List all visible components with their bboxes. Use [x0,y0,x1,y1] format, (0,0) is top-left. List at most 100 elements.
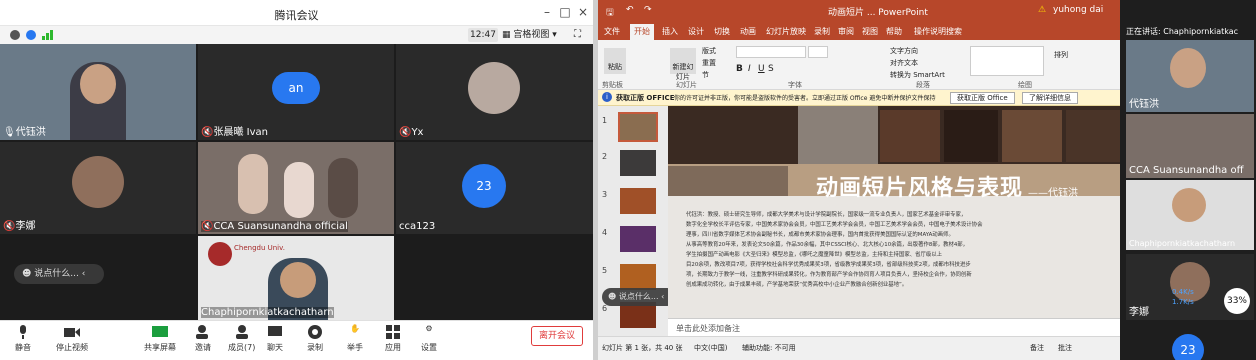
participant-name: 🔇Yx [399,127,424,138]
mute-button[interactable]: 静音 [14,324,32,353]
fullscreen-icon[interactable]: ⛶ [574,29,581,40]
chat-input[interactable]: ☻ 说点什么... ‹ [602,288,676,306]
smartart-button[interactable]: 转换为 SmartArt [890,70,945,80]
tell-me-search[interactable]: 操作说明搜索 [914,26,962,37]
slide-thumbnail[interactable] [618,112,658,142]
font-size-select[interactable] [808,46,828,58]
notes-button[interactable]: 备注 [1030,343,1044,353]
slide-banner-image [668,106,1120,164]
view-label: 宫格视图 [513,30,550,40]
video-tile[interactable]: 代钰洪 [1126,40,1254,112]
align-text-button[interactable]: 对齐文本 [890,58,918,68]
info-icon[interactable] [10,30,20,40]
photo [944,110,998,162]
apps-button[interactable]: 应用 [384,324,402,353]
user-name[interactable]: yuhong dai [1053,5,1103,15]
avatar: 23 [1172,334,1204,360]
tab-view[interactable]: 视图 [862,26,878,37]
video-tile[interactable]: Chaphipornkiatkachatharn [1126,180,1254,250]
invite-button[interactable]: 邀请 [194,324,212,353]
warning-text: 你的许可证并非正版，你可能是盗版软件的受害者。立即通过正版 Office 避免中… [674,95,936,102]
tab-slideshow[interactable]: 幻灯片放映 [766,26,806,37]
members-button[interactable]: 成员(7) [228,324,255,353]
signal-icon[interactable] [42,30,54,40]
video-tile[interactable]: 23 cca123 [396,142,593,234]
share-screen-button[interactable]: 共享屏幕 [144,324,176,353]
ppt-statusbar: 幻灯片 第 1 张，共 40 张 中文(中国) 辅助功能: 不可用 备注 批注 [598,336,1120,360]
language[interactable]: 中文(中国) [694,343,727,353]
participant-name: Chaphipornkiatkachatharn [1129,239,1236,248]
video-tile[interactable]: 🔇CCA Suansunandha official [198,142,394,234]
tab-home[interactable]: 开始 [630,24,654,40]
tab-design[interactable]: 设计 [688,26,704,37]
participant-name: 代钰洪 [1129,99,1159,110]
bold-icon[interactable]: B [736,64,743,74]
tab-review[interactable]: 审阅 [838,26,854,37]
photo [1066,110,1120,162]
ppt-title: 动画短片 ... PowerPoint [828,8,928,18]
avatar [72,156,124,208]
font-select[interactable] [736,46,806,58]
tab-file[interactable]: 文件 [604,26,620,37]
slide-author: ——代钰洪 [1028,188,1078,199]
shield-icon[interactable] [26,30,36,40]
italic-icon[interactable]: I [748,64,751,74]
video-tile[interactable]: 🎙代钰洪 [0,44,196,140]
view-switch[interactable]: ▦ 宫格视图 ▾ [502,28,570,42]
accessibility[interactable]: 辅助功能: 不可用 [742,343,796,353]
record-button[interactable]: 录制 [306,324,324,353]
chat-input[interactable]: ☻ 说点什么... ‹ [14,264,104,284]
video-tile[interactable]: 🔇李娜 [0,142,196,234]
shapes-gallery[interactable] [970,46,1044,76]
paste-button[interactable]: 粘贴 [604,48,626,74]
video-tile-empty: ☻ 说点什么... ‹ [0,236,196,320]
slide-canvas[interactable]: 动画短片风格与表现 ——代钰洪 代钰洪：教授、硕士研究生导师，成都大学美术与设计… [668,106,1120,318]
settings-button[interactable]: ⚙ 设置 [420,324,438,353]
video-tile[interactable]: an 🔇张晨曦 Ivan [198,44,394,140]
minimize-icon[interactable]: – [540,5,554,19]
face [1170,48,1206,88]
learn-more-button[interactable]: 了解详细信息 [1022,92,1078,104]
maximize-icon[interactable]: □ [558,5,572,19]
undo-icon[interactable]: ↶ [626,5,634,15]
save-icon[interactable]: 🖫 [606,5,614,21]
slide-thumbnail[interactable] [620,226,656,252]
upload-speed: 0.4K/s [1172,288,1194,296]
tab-help[interactable]: 帮助 [886,26,902,37]
emoji-icon: ☻ [22,269,32,279]
text-direction-button[interactable]: 文字方向 [890,46,918,56]
video-tile[interactable]: 🔇Yx [396,44,593,140]
tab-insert[interactable]: 插入 [662,26,678,37]
meeting-window: 腾讯会议 – □ × 12:47 ▦ 宫格视图 ▾ ⛶ 🎙代钰洪 an 🔇张晨曦… [0,0,593,360]
reset-button[interactable]: 重置 [702,58,716,68]
strike-icon[interactable]: S [768,64,774,74]
redo-icon[interactable]: ↷ [644,5,652,15]
slide-thumbnail[interactable] [620,150,656,176]
get-office-button[interactable]: 获取正版 Office [950,92,1015,104]
slide-thumbnail[interactable] [620,188,656,214]
tab-record[interactable]: 录制 [814,26,830,37]
raise-hand-button[interactable]: ✋ 举手 [346,324,364,353]
chat-button[interactable]: 聊天 [266,324,284,353]
video-tile[interactable]: CCA Suansunandha off [1126,114,1254,178]
arrange-button[interactable]: 排列 [1054,50,1068,60]
stop-video-button[interactable]: 停止视频 [56,324,88,353]
underline-icon[interactable]: U [758,64,765,74]
participant-name: 🔇CCA Suansunandha official [201,221,348,232]
tab-transitions[interactable]: 切换 [714,26,730,37]
section-button[interactable]: 节 [702,70,709,80]
notes-pane[interactable]: 单击此处添加备注 [668,318,1120,336]
participant-name: Chaphipornkiatkachatharn [201,307,334,318]
mic-icon [14,324,32,340]
close-icon[interactable]: × [576,5,590,19]
participant-name: 🎙代钰洪 [3,127,46,138]
slide-thumbnails: 1 2 3 4 5 6 ☻ 说点什么... ‹ [598,106,676,336]
video-tile[interactable]: Chengdu Univ. Chaphipornkiatkachatharn [198,236,394,320]
new-slide-button[interactable]: 新建幻灯片 [670,48,696,81]
slide-thumbnail[interactable] [620,264,656,290]
comments-button[interactable]: 批注 [1058,343,1072,353]
tab-animations[interactable]: 动画 [740,26,756,37]
leave-meeting-button[interactable]: 离开会议 [531,326,583,346]
layout-button[interactable]: 版式 [702,46,716,56]
apps-icon [384,324,402,340]
